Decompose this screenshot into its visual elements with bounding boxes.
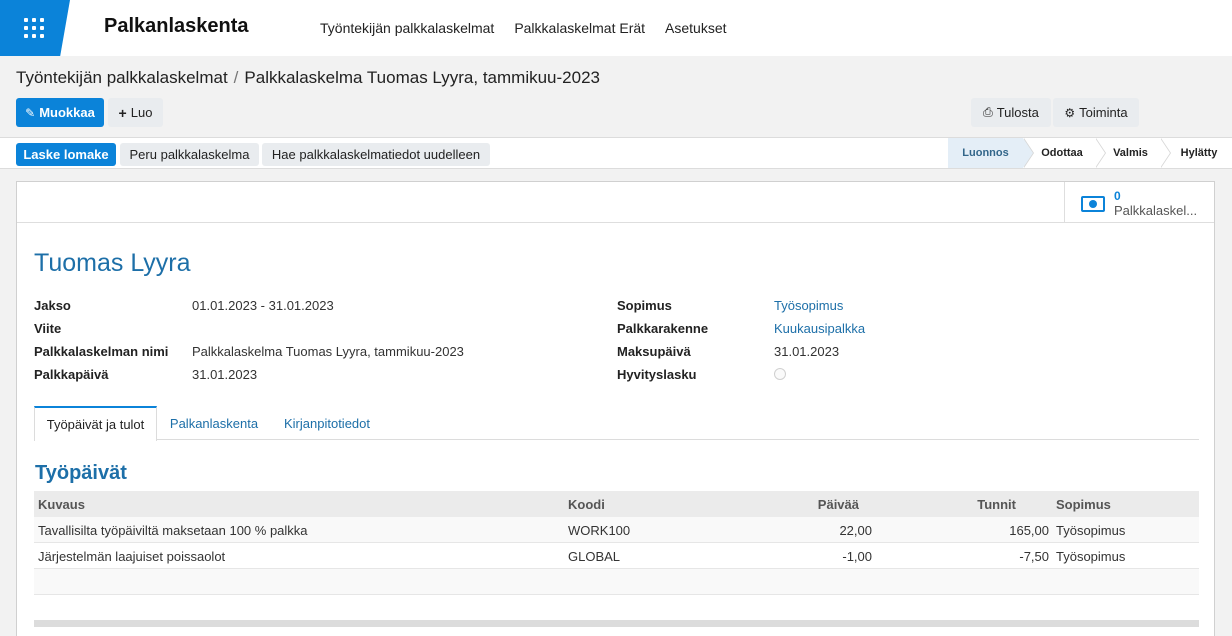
form-sheet: 0 Palkkalaskel... Tuomas Lyyra Jakso 01.… bbox=[16, 181, 1215, 636]
salary-structure-link[interactable]: Kuukausipalkka bbox=[774, 321, 865, 336]
stage-done-label: Valmis bbox=[1113, 147, 1148, 159]
employee-name-title: Tuomas Lyyra bbox=[34, 249, 191, 277]
button-box: 0 Palkkalaskel... bbox=[17, 182, 1214, 223]
create-button-label: Luo bbox=[130, 105, 153, 120]
tab-salary-computation[interactable]: Palkanlaskenta bbox=[161, 406, 267, 440]
statusbar: Laske lomake Peru palkkalaskelma Hae pal… bbox=[0, 137, 1232, 169]
menu-item-settings[interactable]: Asetukset bbox=[665, 20, 726, 36]
table-scrollbar[interactable] bbox=[34, 620, 1199, 627]
pay-date-label: Palkkapäivä bbox=[34, 367, 109, 382]
menu-item-employee-payslips[interactable]: Työntekijän palkkalaskelmat bbox=[320, 20, 494, 36]
print-button[interactable]: ⎙ Tulosta bbox=[971, 98, 1051, 127]
stage-draft-label: Luonnos bbox=[962, 147, 1009, 159]
payslip-count-label: Palkkalaskel... bbox=[1114, 203, 1198, 218]
apps-grid-icon bbox=[24, 18, 46, 40]
tab-accounting-info[interactable]: Kirjanpitotiedot bbox=[272, 406, 382, 440]
cancel-payslip-button[interactable]: Peru palkkalaskelma bbox=[120, 143, 259, 166]
refresh-payslip-button[interactable]: Hae palkkalaskelmatiedot uudelleen bbox=[262, 143, 490, 166]
notebook-tabs: Työpäivät ja tulot Palkanlaskenta Kirjan… bbox=[34, 406, 1199, 441]
stage-rejected-label: Hylätty bbox=[1180, 147, 1218, 159]
row-hours: 165,00 bbox=[1009, 523, 1049, 538]
breadcrumb-separator: / bbox=[233, 68, 239, 87]
salary-structure-label: Palkkarakenne bbox=[617, 321, 709, 336]
printer-icon: ⎙ bbox=[983, 105, 993, 119]
stage-waiting-label: Odottaa bbox=[1041, 147, 1083, 159]
contract-link[interactable]: Työsopimus bbox=[774, 298, 843, 313]
row-days: -1,00 bbox=[842, 549, 872, 564]
pencil-icon: ✎ bbox=[25, 105, 36, 120]
edit-button-label: Muokkaa bbox=[39, 105, 95, 120]
table-row[interactable]: Tavallisilta työpäiviltä maksetaan 100 %… bbox=[34, 517, 1199, 543]
tab-worked-days[interactable]: Työpäivät ja tulot bbox=[34, 406, 157, 441]
column-header-contract[interactable]: Sopimus bbox=[1056, 497, 1111, 512]
table-header: Kuvaus Koodi Päivää Tunnit Sopimus bbox=[34, 491, 1199, 517]
section-title: Työpäivät bbox=[35, 462, 127, 484]
print-button-label: Tulosta bbox=[996, 105, 1039, 120]
edit-button[interactable]: ✎ Muokkaa bbox=[16, 98, 104, 127]
gear-icon: ⚙ bbox=[1064, 105, 1076, 120]
row-description: Tavallisilta työpäiviltä maksetaan 100 %… bbox=[38, 523, 308, 538]
row-hours: -7,50 bbox=[1019, 549, 1049, 564]
period-value: 01.01.2023 - 31.01.2023 bbox=[192, 298, 334, 313]
payslip-name-label: Palkkalaskelman nimi bbox=[34, 344, 169, 359]
top-navbar: Palkanlaskenta Työntekijän palkkalaskelm… bbox=[0, 0, 1232, 56]
stage-draft[interactable]: Luonnos bbox=[948, 138, 1034, 168]
payslip-name-value: Palkkalaskelma Tuomas Lyyra, tammikuu-20… bbox=[192, 344, 464, 359]
row-code: GLOBAL bbox=[568, 549, 621, 564]
action-button[interactable]: ⚙ Toiminta bbox=[1053, 98, 1139, 127]
compute-sheet-button[interactable]: Laske lomake bbox=[16, 143, 116, 166]
payslip-count: 0 bbox=[1114, 189, 1121, 203]
contract-label: Sopimus bbox=[617, 298, 672, 313]
breadcrumb: Työntekijän palkkalaskelmat / Palkkalaskel… bbox=[16, 68, 600, 88]
breadcrumb-current: Palkkalaskelma Tuomas Lyyra, tammikuu-20… bbox=[244, 68, 600, 87]
top-menu: Työntekijän palkkalaskelmat Palkkalaskel… bbox=[320, 20, 727, 36]
column-header-description[interactable]: Kuvaus bbox=[38, 497, 85, 512]
plus-icon: + bbox=[118, 104, 127, 121]
app-brand[interactable]: Palkanlaskenta bbox=[104, 15, 249, 38]
money-icon bbox=[1081, 196, 1105, 212]
breadcrumb-parent-link[interactable]: Työntekijän palkkalaskelmat bbox=[16, 68, 228, 87]
create-button[interactable]: + Luo bbox=[108, 98, 163, 127]
payslip-smart-button[interactable]: 0 Palkkalaskel... bbox=[1064, 182, 1214, 222]
apps-menu-button[interactable] bbox=[0, 0, 70, 56]
payment-date-value: 31.01.2023 bbox=[774, 344, 840, 359]
pay-date-value: 31.01.2023 bbox=[192, 367, 258, 382]
row-code: WORK100 bbox=[568, 523, 631, 538]
credit-note-checkbox[interactable] bbox=[774, 368, 786, 380]
table-empty-row[interactable] bbox=[34, 569, 1199, 595]
column-header-code[interactable]: Koodi bbox=[568, 497, 605, 512]
status-stages: Luonnos Odottaa Valmis Hylätty bbox=[948, 138, 1232, 168]
table-row[interactable]: Järjestelmän laajuiset poissaolot GLOBAL… bbox=[34, 543, 1199, 569]
worked-days-table: Kuvaus Koodi Päivää Tunnit Sopimus Taval… bbox=[34, 491, 1199, 595]
column-header-hours[interactable]: Tunnit bbox=[977, 497, 1016, 512]
row-description: Järjestelmän laajuiset poissaolot bbox=[38, 549, 226, 564]
column-header-days[interactable]: Päivää bbox=[818, 497, 859, 512]
period-label: Jakso bbox=[34, 298, 71, 313]
row-contract: Työsopimus bbox=[1056, 549, 1126, 564]
action-button-label: Toiminta bbox=[1079, 105, 1128, 120]
credit-note-label: Hyvityslasku bbox=[617, 367, 697, 382]
row-days: 22,00 bbox=[839, 523, 872, 538]
menu-item-payslip-batches[interactable]: Palkkalaskelmat Erät bbox=[514, 20, 645, 36]
payment-date-label: Maksupäivä bbox=[617, 344, 691, 359]
row-contract: Työsopimus bbox=[1056, 523, 1126, 538]
reference-label: Viite bbox=[34, 321, 62, 336]
